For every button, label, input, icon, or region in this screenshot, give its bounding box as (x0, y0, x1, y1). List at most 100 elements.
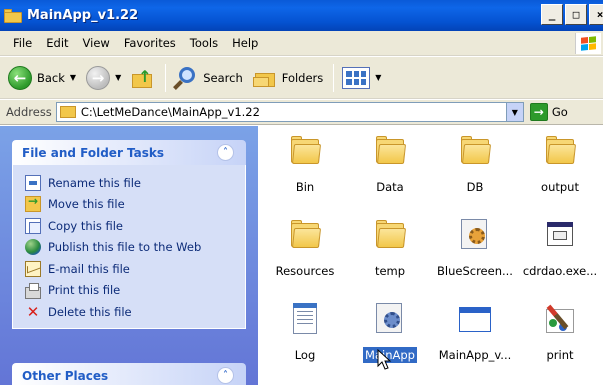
title-bar[interactable]: MainApp_v1.22 _ □ × (0, 0, 603, 31)
minimize-button[interactable]: _ (541, 4, 563, 25)
chevron-down-icon[interactable]: ▼ (70, 73, 76, 82)
views-button[interactable]: ▼ (338, 62, 385, 94)
file-item[interactable]: print (517, 303, 603, 363)
file-item[interactable]: temp (347, 219, 433, 279)
task-move[interactable]: Move this file (25, 194, 245, 216)
email-icon (25, 260, 41, 277)
window-controls: _ □ × (541, 4, 603, 25)
file-item[interactable]: Data (347, 135, 433, 195)
address-path[interactable]: C:\LetMeDance\MainApp_v1.22 (81, 105, 260, 119)
task-label: Delete this file (48, 304, 132, 319)
up-folder-icon: ↑ (131, 67, 155, 89)
menu-help[interactable]: Help (225, 36, 265, 50)
collapse-chevron-icon[interactable]: ˄ (217, 367, 234, 384)
copy-icon (25, 217, 41, 234)
go-label: Go (551, 105, 568, 119)
folder-icon (373, 135, 407, 167)
menu-favorites[interactable]: Favorites (117, 36, 183, 50)
settings-file-icon (458, 219, 492, 251)
task-email[interactable]: E-mail this file (25, 258, 245, 280)
file-item[interactable]: Log (262, 303, 348, 363)
file-item[interactable]: Bin (262, 135, 348, 195)
toolbar-separator (165, 63, 167, 92)
maximize-button[interactable]: □ (565, 4, 587, 25)
paint-icon (543, 303, 577, 335)
task-print[interactable]: Print this file (25, 280, 245, 302)
windows-logo-icon (575, 33, 601, 54)
forward-arrow-icon: → (86, 65, 111, 90)
print-icon (25, 283, 41, 300)
standard-toolbar: ← Back ▼ → ▼ ↑ Search Folders ▼ (0, 57, 603, 99)
menu-bar: File Edit View Favorites Tools Help (0, 31, 603, 56)
task-delete[interactable]: ✕ Delete this file (25, 301, 245, 323)
window-icon (458, 303, 492, 335)
chevron-down-icon[interactable]: ▼ (115, 73, 121, 82)
text-document-icon (288, 303, 322, 335)
window-title: MainApp_v1.22 (27, 8, 139, 23)
up-folder-button[interactable]: ↑ (127, 62, 159, 94)
file-item[interactable]: cdrdao.exe... (517, 219, 603, 279)
file-name: BlueScreen... (437, 264, 513, 278)
search-label: Search (203, 70, 243, 85)
folder-icon (543, 135, 577, 167)
file-name: Resources (275, 264, 335, 278)
rename-icon (25, 174, 41, 191)
task-label: Print this file (48, 283, 121, 298)
menu-tools[interactable]: Tools (183, 36, 225, 50)
file-name: DB (466, 180, 484, 194)
other-places-panel: Other Places ˄ (12, 363, 246, 385)
back-arrow-icon: ← (8, 65, 32, 90)
delete-icon: ✕ (26, 302, 40, 321)
file-item[interactable]: output (517, 135, 603, 195)
forward-button[interactable]: → ▼ (82, 62, 125, 94)
folder-icon (59, 106, 76, 118)
file-view: Bin Data DB output Resources temp BlueSc… (258, 126, 603, 385)
task-rename[interactable]: Rename this file (25, 172, 245, 194)
menu-view[interactable]: View (76, 36, 117, 50)
search-icon (173, 66, 198, 90)
views-icon (342, 66, 371, 89)
folder-icon (4, 8, 22, 23)
application-icon (373, 303, 407, 335)
task-pane: File and Folder Tasks ˄ Rename this file… (0, 126, 258, 385)
file-item[interactable]: DB (432, 135, 518, 195)
task-copy[interactable]: Copy this file (25, 215, 245, 237)
folder-icon (288, 135, 322, 167)
task-list: Rename this file Move this file Copy thi… (12, 165, 246, 329)
other-places-header[interactable]: Other Places ˄ (12, 363, 246, 385)
chevron-down-icon[interactable]: ▼ (375, 73, 381, 82)
panel-title: File and Folder Tasks (22, 145, 165, 160)
file-item[interactable]: MainApp_v... (432, 303, 518, 363)
task-label: E-mail this file (48, 261, 130, 276)
file-item[interactable]: BlueScreen... (432, 219, 518, 279)
search-button[interactable]: Search (170, 62, 247, 94)
go-arrow-icon: → (529, 103, 548, 121)
task-label: Publish this file to the Web (48, 240, 202, 255)
file-name: Data (376, 180, 404, 194)
file-name: output (541, 180, 579, 194)
task-publish[interactable]: Publish this file to the Web (25, 237, 245, 259)
file-folder-tasks-panel: File and Folder Tasks ˄ Rename this file… (12, 140, 246, 329)
file-folder-tasks-header[interactable]: File and Folder Tasks ˄ (12, 140, 246, 165)
address-input[interactable]: C:\LetMeDance\MainApp_v1.22 ▼ (55, 102, 524, 122)
move-icon (25, 194, 41, 213)
file-item[interactable]: Resources (262, 219, 348, 279)
folders-button[interactable]: Folders (249, 62, 328, 94)
collapse-chevron-icon[interactable]: ˄ (217, 144, 234, 161)
file-name: temp (374, 264, 406, 278)
folder-icon (373, 219, 407, 251)
mouse-cursor-icon (377, 349, 392, 370)
menu-file[interactable]: File (6, 36, 39, 50)
address-dropdown-button[interactable]: ▼ (505, 103, 523, 121)
file-name: cdrdao.exe... (522, 264, 598, 278)
close-button[interactable]: × (589, 4, 603, 25)
back-button[interactable]: ← Back ▼ (4, 62, 80, 94)
executable-icon (543, 219, 577, 251)
file-name: print (546, 348, 574, 362)
folder-icon (458, 135, 492, 167)
menu-edit[interactable]: Edit (39, 36, 75, 50)
folder-icon (288, 219, 322, 251)
go-button[interactable]: → Go (529, 103, 568, 121)
toolbar-separator (333, 63, 335, 92)
task-label: Rename this file (48, 175, 141, 190)
